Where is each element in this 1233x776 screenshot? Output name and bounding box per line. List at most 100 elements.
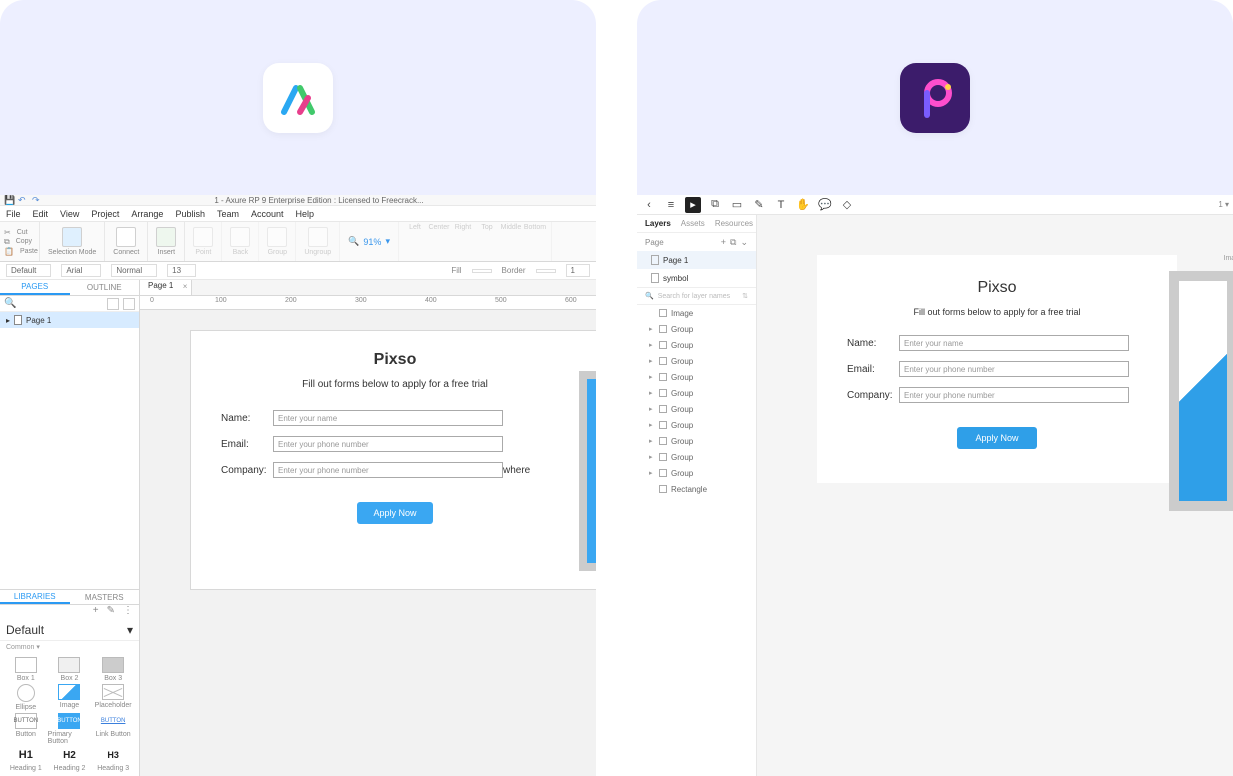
frame-tool-icon[interactable]: ⧉ [707,197,723,213]
layer-item[interactable]: ▸Group [637,401,756,417]
pixso-artboard[interactable]: Pixso Fill out forms below to apply for … [817,255,1177,483]
widget-h3[interactable]: H3Heading 3 [91,747,135,772]
email-input[interactable]: Enter your phone number [899,361,1129,377]
menu-help[interactable]: Help [296,209,315,219]
tool-group[interactable]: Group [259,222,296,261]
pixso-canvas[interactable]: Image Pixso Fill out forms below to appl… [757,215,1233,776]
tool-connect[interactable]: Connect [105,222,148,261]
tool-ungroup[interactable]: Ungroup [296,222,340,261]
menu-team[interactable]: Team [217,209,239,219]
menu-file[interactable]: File [6,209,21,219]
menu-publish[interactable]: Publish [175,209,205,219]
name-input[interactable]: Enter your name [899,335,1129,351]
component-tool-icon[interactable]: ◇ [839,197,855,213]
zoom-control[interactable]: 🔍91%▾ [340,222,398,261]
widget-placeholder[interactable]: Placeholder [91,684,135,711]
font-select[interactable]: Arial [61,264,101,277]
layer-item[interactable]: ▸Group [637,353,756,369]
redo-icon[interactable]: ↷ [32,195,42,205]
company-input[interactable]: Enter your phone number [899,387,1129,403]
page-item-page1[interactable]: Page 1 [637,251,756,269]
rect-tool-icon[interactable]: ▭ [729,197,745,213]
library-menu-icon[interactable]: ⋮ [123,605,133,619]
menu-arrange[interactable]: Arrange [131,209,163,219]
widget-box2[interactable]: Box 2 [48,657,92,682]
border-swatch[interactable] [536,269,556,273]
pen-tool-icon[interactable]: ✎ [751,197,767,213]
menu-view[interactable]: View [60,209,79,219]
weight-select[interactable]: Normal [111,264,157,277]
border-width[interactable]: 1 [566,264,590,277]
move-tool-icon[interactable]: ▸ [685,197,701,213]
resources-tab[interactable]: Resources [715,219,753,228]
add-page-icon[interactable] [107,298,119,310]
menu-icon[interactable]: ≡ [663,197,679,213]
fill-swatch[interactable] [472,269,492,273]
widget-primary-button[interactable]: BUTTONPrimary Button [48,713,92,745]
pages-tab[interactable]: PAGES [0,280,70,295]
copy-page-icon[interactable]: ⧉ [730,237,736,248]
size-select[interactable]: 13 [167,264,196,277]
widget-box3[interactable]: Box 3 [91,657,135,682]
layer-item[interactable]: ▸Group [637,385,756,401]
back-icon[interactable]: ‹ [641,197,657,213]
widget-image[interactable]: Image [48,684,92,711]
align-right[interactable]: Right [451,224,475,259]
layers-tab[interactable]: Layers [645,219,671,228]
align-middle[interactable]: Middle [499,224,523,259]
tool-back[interactable]: Back [222,222,259,261]
name-input[interactable]: Enter your name [273,410,503,426]
align-bottom[interactable]: Bottom [523,224,547,259]
email-input[interactable]: Enter your phone number [273,436,503,452]
layer-item[interactable]: ▸Group [637,465,756,481]
libraries-tab[interactable]: LIBRARIES [0,590,70,604]
style-select[interactable]: Default [6,264,51,277]
comment-tool-icon[interactable]: 💬 [817,197,833,213]
close-icon[interactable]: × [183,282,188,291]
menu-edit[interactable]: Edit [33,209,49,219]
layer-item[interactable]: ▸Group [637,321,756,337]
layer-item[interactable]: ▸Group [637,369,756,385]
artboard-side-image[interactable] [1169,271,1233,511]
assets-tab[interactable]: Assets [681,219,705,228]
layer-item[interactable]: Rectangle [637,481,756,497]
page-item-page1[interactable]: ▸ Page 1 [0,312,139,328]
tool-point[interactable]: Point [185,222,222,261]
tool-selection[interactable]: Selection Mode [40,222,105,261]
menu-project[interactable]: Project [91,209,119,219]
layer-item[interactable]: Image [637,305,756,321]
text-tool-icon[interactable]: T [773,197,789,213]
cut-label[interactable]: Cut [17,229,28,236]
widget-h2[interactable]: H2Heading 2 [48,747,92,772]
library-select[interactable]: Default▾ [0,619,139,641]
paste-label[interactable]: Paste [20,248,38,255]
layer-item[interactable]: ▸Group [637,417,756,433]
tool-insert[interactable]: Insert [148,222,185,261]
axure-artboard[interactable]: Pixso Fill out forms below to apply for … [190,330,596,590]
align-top[interactable]: Top [475,224,499,259]
widget-ellipse[interactable]: Ellipse [4,684,48,711]
masters-tab[interactable]: MASTERS [70,590,140,604]
widget-button[interactable]: BUTTONButton [4,713,48,745]
filter-icon[interactable]: ⇅ [742,292,748,300]
layer-item[interactable]: ▸Group [637,337,756,353]
undo-icon[interactable]: ↶ [18,195,28,205]
outline-tab[interactable]: OUTLINE [70,280,140,295]
edit-library-icon[interactable]: ✎ [107,605,115,619]
layer-item[interactable]: ▸Group [637,449,756,465]
widget-h1[interactable]: H1Heading 1 [4,747,48,772]
search-icon[interactable]: 🔍 [4,298,16,309]
add-library-icon[interactable]: + [93,605,99,619]
apply-button[interactable]: Apply Now [357,502,432,524]
add-page-icon[interactable]: + [721,237,726,248]
menu-account[interactable]: Account [251,209,284,219]
widget-box1[interactable]: Box 1 [4,657,48,682]
widget-link-button[interactable]: BUTTONLink Button [91,713,135,745]
axure-canvas[interactable]: Pixso Fill out forms below to apply for … [140,310,596,776]
add-folder-icon[interactable] [123,298,135,310]
layer-search[interactable]: 🔍 Search for layer names ⇅ [637,287,756,305]
layer-item[interactable]: ▸Group [637,433,756,449]
save-icon[interactable]: 💾 [4,195,14,205]
align-left[interactable]: Left [403,224,427,259]
align-center[interactable]: Center [427,224,451,259]
